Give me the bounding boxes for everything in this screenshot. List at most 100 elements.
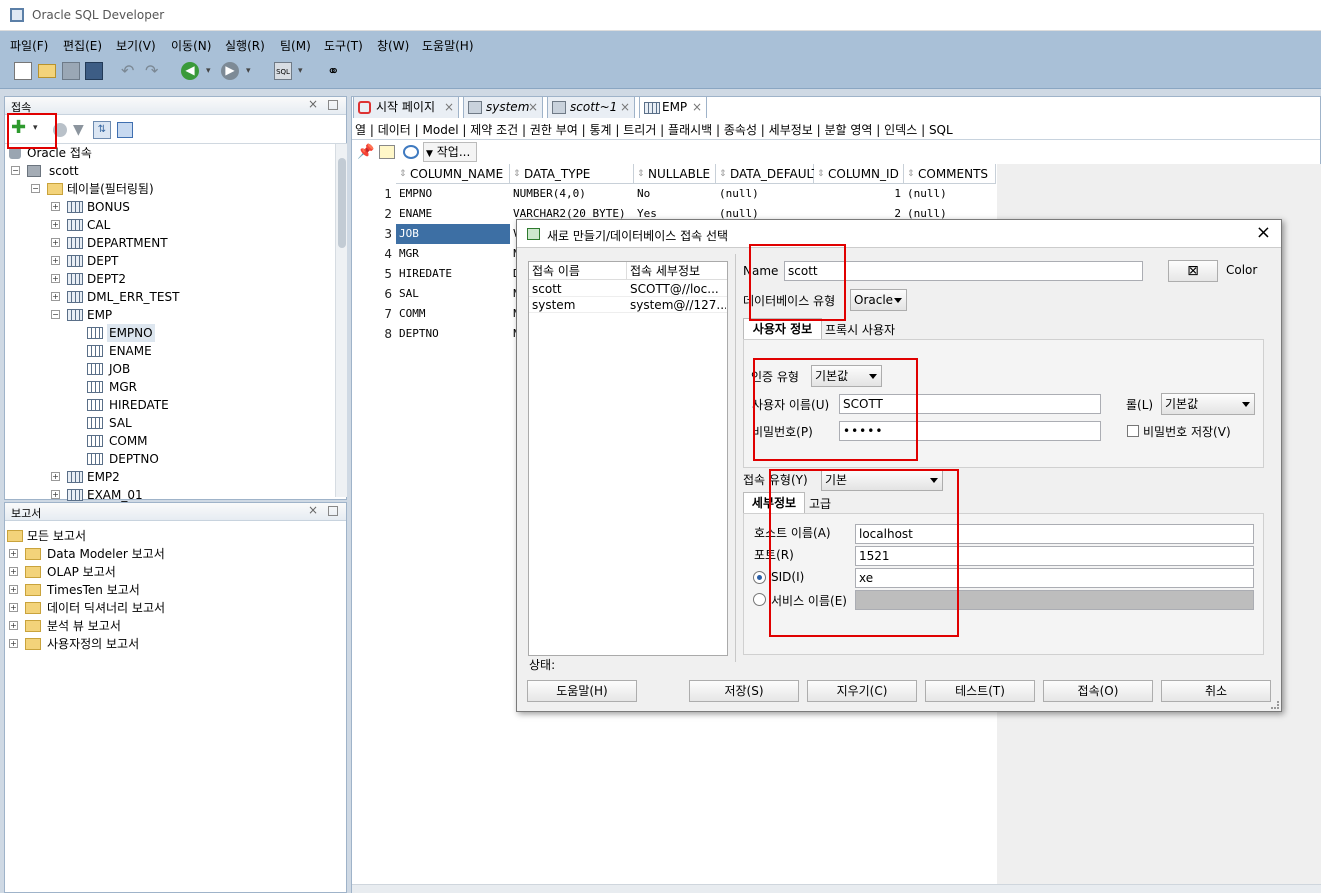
tree-item-table[interactable]: − EMP xyxy=(5,306,265,324)
close-icon[interactable]: × xyxy=(692,97,702,117)
refresh-icon[interactable] xyxy=(403,145,419,159)
grid-cell[interactable]: EMPNO xyxy=(396,184,510,204)
menu-tools[interactable]: 도구(T) xyxy=(324,37,363,54)
list-item[interactable]: scott SCOTT@//loc... xyxy=(529,281,727,297)
grid-cell[interactable]: DEPTNO xyxy=(396,324,510,344)
tree-item-column[interactable]: DEPTNO xyxy=(5,450,265,468)
color-button[interactable]: ⊠ xyxy=(1168,260,1218,282)
expand-icon[interactable]: + xyxy=(9,549,18,558)
object-subtabs[interactable]: 열 | 데이터 | Model | 제약 조건 | 권한 부여 | 통계 | 트… xyxy=(355,121,953,138)
db-type-select[interactable]: Oracle xyxy=(850,289,907,311)
tree-item-column[interactable]: MGR xyxy=(5,378,265,396)
tree-item-column[interactable]: SAL xyxy=(5,414,265,432)
tab-system[interactable]: system × xyxy=(463,96,543,118)
report-item[interactable]: + TimesTen 보고서 xyxy=(5,581,305,599)
tab-proxy-user[interactable]: 프록시 사용자 xyxy=(825,321,895,338)
menu-team[interactable]: 팀(M) xyxy=(280,37,311,54)
collapse-icon[interactable]: − xyxy=(31,184,40,193)
menu-navigate[interactable]: 이동(N) xyxy=(171,37,211,54)
expand-icon[interactable]: + xyxy=(51,238,60,247)
report-item[interactable]: 모든 보고서 xyxy=(5,527,305,545)
expand-icon[interactable]: + xyxy=(51,292,60,301)
grid-cell[interactable]: MGR xyxy=(396,244,510,264)
schema-browser-icon[interactable]: ⇅ xyxy=(93,121,111,139)
undo-icon[interactable]: ↶ xyxy=(121,62,139,80)
menu-view[interactable]: 보기(V) xyxy=(116,37,156,54)
redo-icon[interactable]: ↷ xyxy=(145,62,163,80)
binoculars-icon[interactable]: ⚭ xyxy=(327,62,345,80)
list-item[interactable]: system system@//127.... xyxy=(529,297,727,313)
filter-icon[interactable]: ▼ xyxy=(73,122,84,138)
forward-dropdown-icon[interactable]: ▾ xyxy=(246,62,256,80)
grid-cell[interactable]: JOB xyxy=(396,224,510,244)
grid-cell[interactable]: SAL xyxy=(396,284,510,304)
tree-item-table[interactable]: + CAL xyxy=(5,216,265,234)
tree-item-tables[interactable]: − 테이블(필터링됨) xyxy=(5,180,255,198)
expand-icon[interactable]: + xyxy=(51,274,60,283)
sid-radio[interactable] xyxy=(753,571,766,584)
tree-item-column[interactable]: COMM xyxy=(5,432,265,450)
expand-icon[interactable]: + xyxy=(9,639,18,648)
tree-item-table[interactable]: + DEPT xyxy=(5,252,265,270)
tree-scrollbar[interactable] xyxy=(335,144,347,497)
scrollbar-thumb[interactable] xyxy=(338,158,346,248)
expand-icon[interactable]: + xyxy=(51,472,60,481)
grid-column-header[interactable]: ⇕ DATA_TYPE xyxy=(510,164,634,184)
expand-icon[interactable]: + xyxy=(9,621,18,630)
grid-cell[interactable]: (null) xyxy=(904,184,996,204)
close-icon[interactable]: × xyxy=(528,97,538,117)
report-item[interactable]: + 분석 뷰 보고서 xyxy=(5,617,305,635)
minimize-icon[interactable] xyxy=(328,100,338,110)
save-button[interactable]: 저장(S) xyxy=(689,680,799,702)
open-folder-icon[interactable] xyxy=(38,64,56,78)
save-all-icon[interactable] xyxy=(85,62,103,80)
test-button[interactable]: 테스트(T) xyxy=(925,680,1035,702)
close-icon[interactable]: × xyxy=(308,503,318,517)
menu-window[interactable]: 창(W) xyxy=(377,37,409,54)
actions-button[interactable]: ▼ 작업... xyxy=(423,142,477,162)
tree-view-icon[interactable] xyxy=(117,122,133,138)
horizontal-scrollbar[interactable] xyxy=(352,884,1321,893)
grid-cell[interactable]: ENAME xyxy=(396,204,510,224)
tree-item-column[interactable]: EMPNO xyxy=(5,324,265,342)
collapse-icon[interactable]: − xyxy=(11,166,20,175)
save-password-checkbox[interactable] xyxy=(1127,425,1139,437)
menu-edit[interactable]: 편집(E) xyxy=(63,37,102,54)
tree-item-table[interactable]: + DML_ERR_TEST xyxy=(5,288,265,306)
help-button[interactable]: 도움말(H) xyxy=(527,680,637,702)
tab-start-page[interactable]: 시작 페이지 × xyxy=(353,96,459,118)
back-icon[interactable]: ◀ xyxy=(181,62,199,80)
save-icon[interactable] xyxy=(62,62,80,80)
back-dropdown-icon[interactable]: ▾ xyxy=(206,62,216,80)
expand-icon[interactable]: + xyxy=(9,585,18,594)
expand-icon[interactable]: + xyxy=(51,202,60,211)
minimize-icon[interactable] xyxy=(328,506,338,516)
clear-button[interactable]: 지우기(C) xyxy=(807,680,917,702)
role-select[interactable]: 기본값 xyxy=(1161,393,1255,415)
tree-item-table[interactable]: + DEPT2 xyxy=(5,270,265,288)
tab-user-info[interactable]: 사용자 정보 xyxy=(743,318,822,340)
report-item[interactable]: + OLAP 보고서 xyxy=(5,563,305,581)
service-name-radio[interactable] xyxy=(753,593,766,606)
list-header-details[interactable]: 접속 세부정보 xyxy=(627,262,727,280)
menu-run[interactable]: 실행(R) xyxy=(225,37,265,54)
expand-icon[interactable]: + xyxy=(9,567,18,576)
grid-column-header[interactable]: ⇕ COMMENTS xyxy=(904,164,996,184)
grid-cell[interactable]: NUMBER(4,0) xyxy=(510,184,634,204)
close-icon[interactable]: × xyxy=(444,97,454,117)
grid-cell[interactable]: COMM xyxy=(396,304,510,324)
grid-cell[interactable]: 1 xyxy=(814,184,904,204)
expand-icon[interactable]: + xyxy=(51,220,60,229)
menu-file[interactable]: 파일(F) xyxy=(10,37,48,54)
grid-cell[interactable]: No xyxy=(634,184,716,204)
grid-cell[interactable]: HIREDATE xyxy=(396,264,510,284)
menu-help[interactable]: 도움말(H) xyxy=(422,37,474,54)
grid-column-header[interactable]: ⇕ NULLABLE xyxy=(634,164,716,184)
report-item[interactable]: + 데이터 딕셔너리 보고서 xyxy=(5,599,305,617)
sql-worksheet-icon[interactable]: SQL xyxy=(274,62,292,80)
tree-item-table[interactable]: + EMP2 xyxy=(5,468,265,486)
tree-item-column[interactable]: ENAME xyxy=(5,342,265,360)
cancel-button[interactable]: 취소 xyxy=(1161,680,1271,702)
tab-emp[interactable]: EMP × xyxy=(639,96,707,118)
pin-icon[interactable]: 📌 xyxy=(357,144,374,160)
